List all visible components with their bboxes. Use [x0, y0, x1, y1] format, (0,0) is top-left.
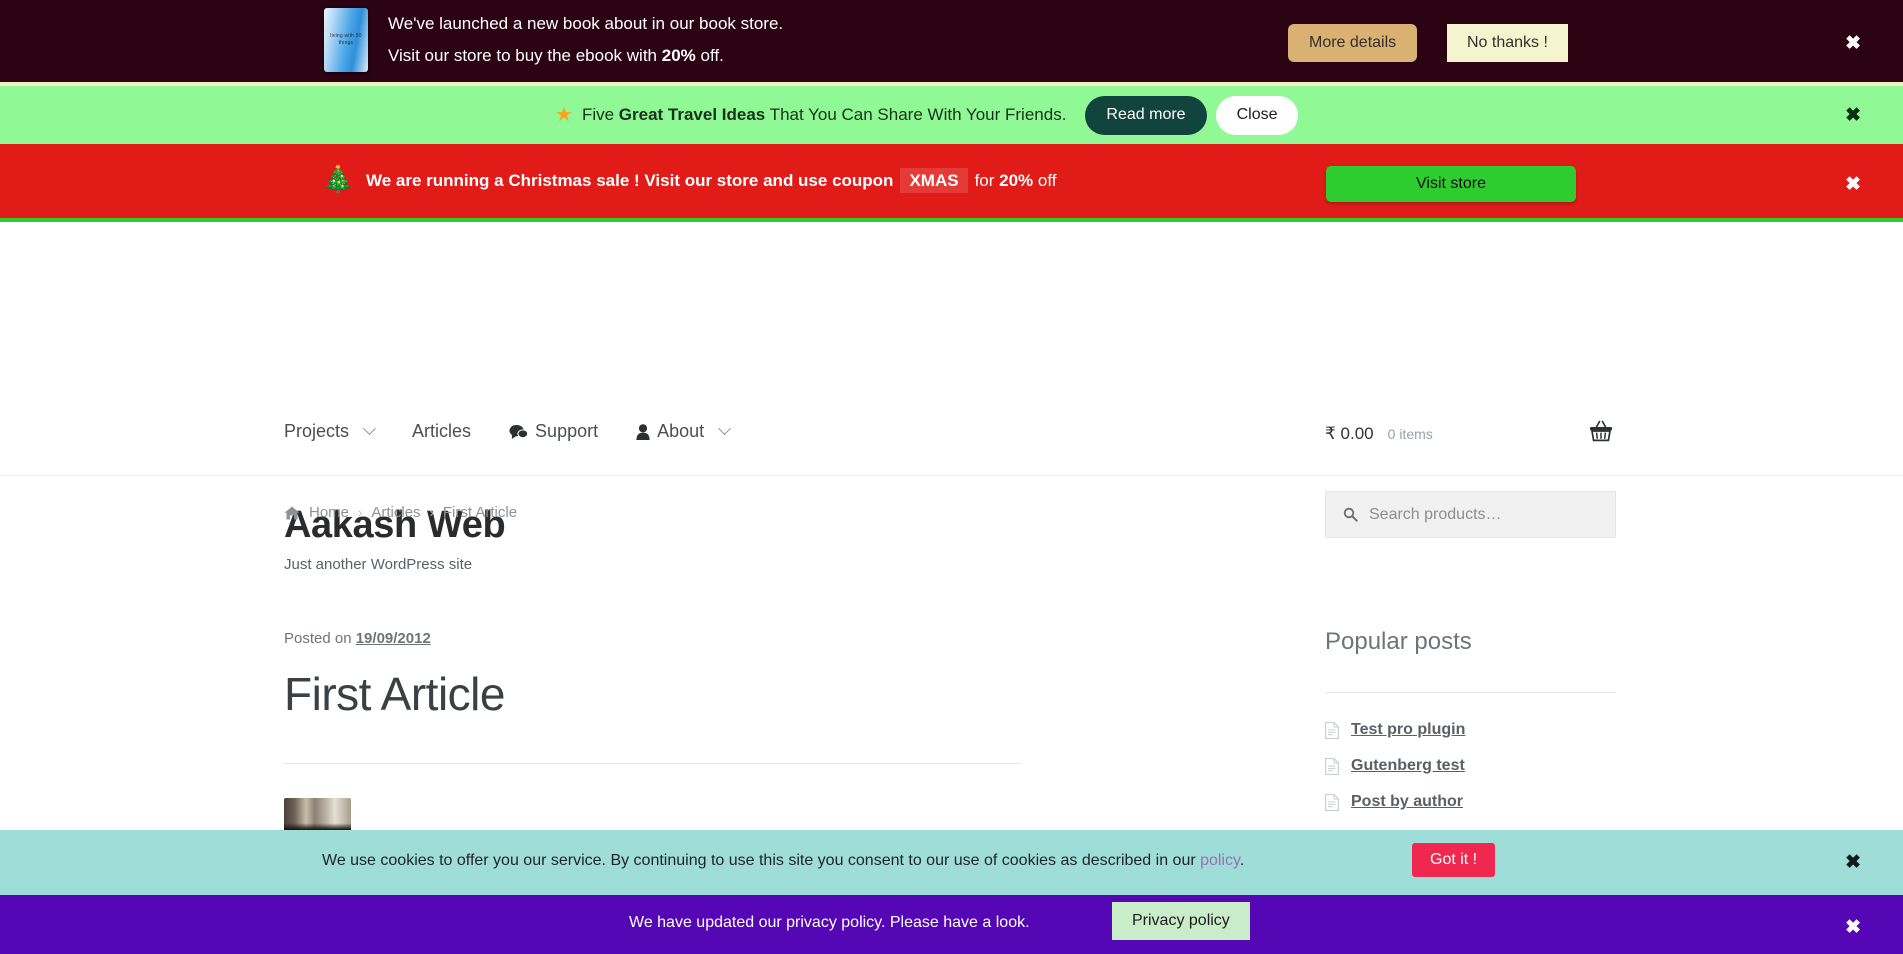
nav-item-label: Support: [535, 421, 598, 442]
widget-title-popular-posts: Popular posts: [1325, 628, 1616, 656]
no-thanks-button[interactable]: No thanks !: [1447, 24, 1568, 62]
document-icon: [1325, 722, 1339, 739]
document-icon: [1325, 794, 1339, 811]
page-wrapper: Aakash Web Just another WordPress site P…: [0, 0, 1903, 954]
nav-item-label: Articles: [412, 421, 471, 442]
cookie-consent-text: We use cookies to offer you our service.…: [322, 852, 1244, 870]
primary-menu: Projects Articles Support: [284, 421, 767, 442]
book-cover-image: living with 50 things: [324, 8, 368, 72]
christmas-tree-icon: 🎄: [322, 166, 354, 192]
site-description: Just another WordPress site: [284, 556, 472, 573]
site-navigation-bar: Aakash Web Just another WordPress site P…: [0, 226, 1903, 476]
comments-icon: [509, 424, 528, 440]
cart-summary[interactable]: ₹ 0.00 0 items: [1325, 424, 1433, 444]
breadcrumb: Home › Articles › First Article: [284, 504, 517, 521]
travel-promo-text: Five Great Travel Ideas That You Can Sha…: [582, 105, 1066, 125]
chevron-down-icon[interactable]: [718, 422, 731, 435]
christmas-sale-notification-bar: 🎄 We are running a Christmas sale ! Visi…: [0, 144, 1903, 222]
xmas-discount: 20%: [999, 171, 1033, 190]
close-icon[interactable]: ✖: [1845, 106, 1861, 125]
book-promo-line1: We've launched a new book about in our b…: [388, 8, 783, 40]
nav-item-support[interactable]: Support: [509, 421, 598, 442]
close-icon[interactable]: ✖: [1845, 175, 1861, 194]
nav-item-articles[interactable]: Articles: [412, 421, 471, 442]
book-promo-line2-a: Visit our store to buy the ebook with: [388, 46, 662, 65]
article-divider: [284, 763, 1022, 764]
travel-text-b: Great Travel Ideas: [619, 105, 765, 124]
widget-divider: [1325, 692, 1616, 693]
xmas-text-d: off: [1033, 171, 1056, 190]
book-promo-line2-c: off.: [696, 46, 724, 65]
article: Posted on 19/09/2012 First Article The E…: [284, 630, 1064, 798]
breadcrumb-separator: ›: [358, 505, 362, 520]
nav-item-about[interactable]: About: [636, 421, 729, 442]
close-button[interactable]: Close: [1216, 96, 1299, 135]
book-promo-notification-bar: living with 50 things We've launched a n…: [0, 0, 1903, 86]
list-item[interactable]: Gutenberg test: [1325, 757, 1616, 775]
search-icon: [1343, 507, 1358, 522]
book-promo-line2: Visit our store to buy the ebook with 20…: [388, 40, 783, 72]
travel-bar-content: ★ Five Great Travel Ideas That You Can S…: [555, 86, 1298, 144]
product-search-box[interactable]: [1325, 491, 1616, 538]
close-icon[interactable]: ✖: [1845, 853, 1861, 872]
close-icon[interactable]: ✖: [1845, 918, 1861, 937]
search-input[interactable]: [1358, 492, 1615, 537]
sidebar: Popular posts Test pro plugin: [1325, 628, 1616, 829]
cart-item-count: 0 items: [1388, 426, 1433, 442]
got-it-button[interactable]: Got it !: [1412, 843, 1495, 877]
cookie-text-a: We use cookies to offer you our service.…: [322, 852, 1200, 869]
star-icon: ★: [555, 105, 573, 125]
popular-post-link[interactable]: Gutenberg test: [1351, 757, 1465, 775]
close-icon[interactable]: ✖: [1845, 34, 1861, 53]
read-more-button[interactable]: Read more: [1085, 96, 1206, 135]
cart-total-amount: ₹ 0.00: [1325, 424, 1374, 444]
nav-item-label: About: [657, 421, 704, 442]
user-icon: [636, 424, 650, 440]
breadcrumb-item-home[interactable]: Home: [309, 504, 349, 521]
christmas-sale-text: We are running a Christmas sale ! Visit …: [366, 171, 1057, 191]
document-icon: [1325, 758, 1339, 775]
posted-on-prefix: Posted on: [284, 630, 356, 647]
visit-store-button[interactable]: Visit store: [1326, 166, 1576, 202]
chevron-down-icon[interactable]: [363, 422, 376, 435]
breadcrumb-separator: ›: [430, 505, 434, 520]
popular-post-link[interactable]: Test pro plugin: [1351, 721, 1465, 739]
travel-ideas-notification-bar: ★ Five Great Travel Ideas That You Can S…: [0, 86, 1903, 144]
nav-item-projects[interactable]: Projects: [284, 421, 374, 442]
xmas-text-b: for: [975, 171, 1000, 190]
nav-item-label: Projects: [284, 421, 349, 442]
cookie-policy-link[interactable]: policy: [1200, 852, 1240, 869]
list-item[interactable]: Test pro plugin: [1325, 721, 1616, 739]
privacy-policy-bar: We have updated our privacy policy. Plea…: [0, 895, 1903, 954]
shopping-basket-icon[interactable]: [1589, 420, 1613, 447]
book-promo-text: We've launched a new book about in our b…: [388, 8, 783, 72]
book-promo-discount: 20%: [662, 46, 696, 65]
popular-post-link[interactable]: Post by author: [1351, 793, 1463, 811]
article-date[interactable]: 19/09/2012: [356, 630, 431, 647]
breadcrumb-item-current: First Article: [443, 504, 517, 521]
cookie-consent-bar: We use cookies to offer you our service.…: [0, 830, 1903, 895]
article-title: First Article: [284, 667, 1064, 721]
privacy-policy-text: We have updated our privacy policy. Plea…: [629, 914, 1030, 932]
more-details-button[interactable]: More details: [1288, 24, 1417, 62]
article-posted-on: Posted on 19/09/2012: [284, 630, 1064, 647]
home-icon[interactable]: [284, 506, 300, 520]
popular-posts-list: Test pro plugin Gutenberg test: [1325, 721, 1616, 811]
cookie-text-b: .: [1240, 852, 1244, 869]
coupon-code: XMAS: [900, 168, 967, 193]
privacy-policy-button[interactable]: Privacy policy: [1112, 902, 1250, 940]
travel-text-a: Five: [582, 105, 619, 124]
book-cover-label: living with 50 things: [324, 33, 368, 47]
travel-text-c: That You Can Share With Your Friends.: [765, 105, 1066, 124]
list-item[interactable]: Post by author: [1325, 793, 1616, 811]
xmas-text-a: We are running a Christmas sale ! Visit …: [366, 171, 893, 190]
breadcrumb-item-articles[interactable]: Articles: [371, 504, 420, 521]
